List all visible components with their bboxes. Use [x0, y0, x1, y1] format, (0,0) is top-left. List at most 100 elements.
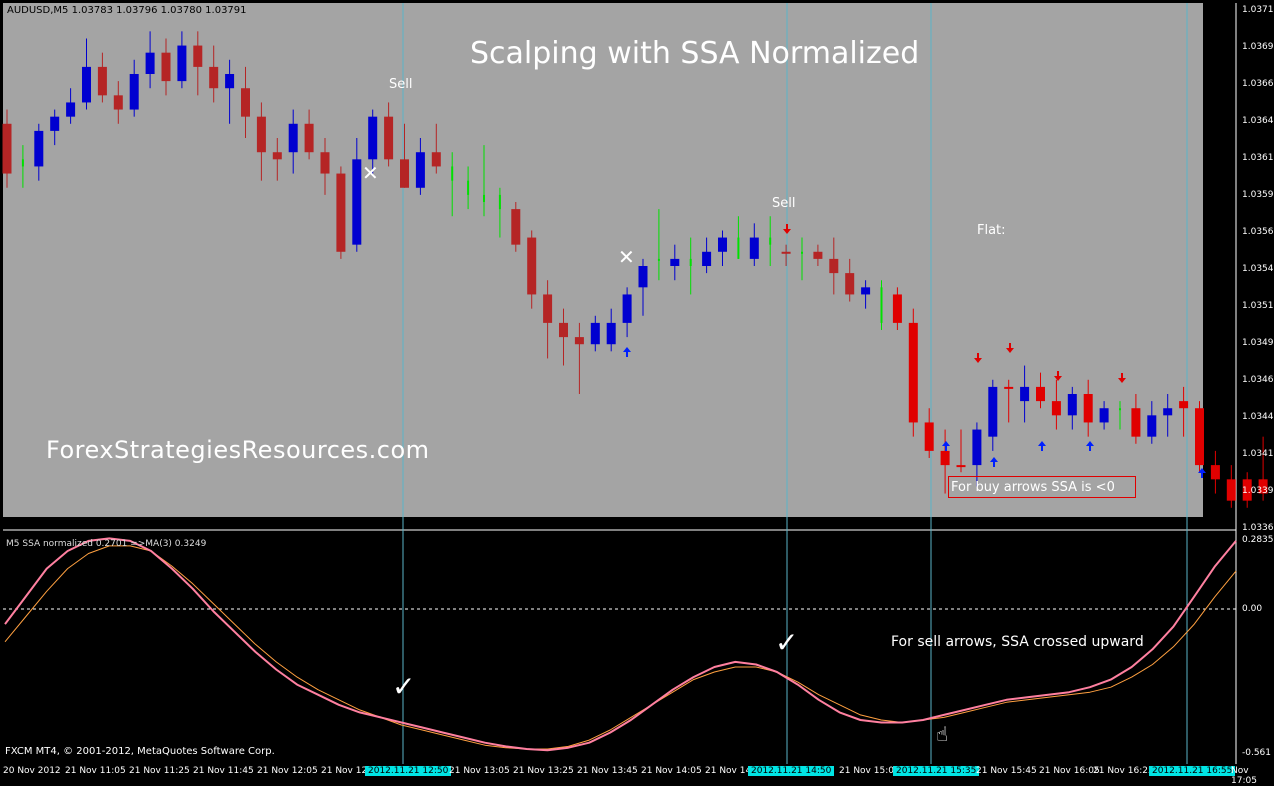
- candle-body: [289, 124, 298, 152]
- time-tick-text: 21 Nov 15:05: [839, 766, 900, 776]
- time-tick-text: 21 Nov 12:05: [257, 766, 318, 776]
- cross-mark-2: ✕: [618, 245, 635, 269]
- candle-body: [352, 159, 361, 244]
- buy-arrows-note: For buy arrows SSA is <0: [948, 476, 1136, 498]
- time-tick-label: 2012.11.21 14:50: [748, 766, 834, 776]
- candle-body: [384, 117, 393, 160]
- sell-label-2: Sell: [772, 196, 795, 211]
- time-tick-text: 21 Nov 11:05: [65, 766, 126, 776]
- candle-body: [623, 294, 632, 322]
- time-tick-label: 20 Nov 2012: [3, 766, 61, 776]
- candle-body: [483, 195, 485, 202]
- price-tick-label: 1.03465: [1242, 375, 1274, 385]
- candle-body: [499, 195, 501, 209]
- price-tick-label: 1.03365: [1242, 523, 1274, 533]
- candle-body: [893, 294, 902, 322]
- candle-body: [241, 88, 250, 116]
- candle-body: [3, 124, 12, 174]
- price-tick-label: 1.03390: [1242, 486, 1274, 496]
- time-tick-label: 21 Nov 16:05: [1039, 766, 1100, 776]
- flat-label: Flat:: [977, 223, 1006, 238]
- candle-body: [1004, 387, 1013, 389]
- candle-body: [1179, 401, 1188, 408]
- hand-pointer-icon: ☝: [936, 722, 948, 746]
- candle-body: [400, 159, 409, 187]
- time-tick-text: 21 Nov 12: [321, 766, 367, 776]
- time-tick-label: 2012.11.21 15:35: [893, 766, 979, 776]
- price-tick-label: 1.03415: [1242, 449, 1274, 459]
- price-tick-label: 1.03615: [1242, 153, 1274, 163]
- chart-canvas[interactable]: [0, 0, 1274, 778]
- candle-body: [801, 252, 803, 254]
- indicator-tick-label: 0.2835: [1242, 535, 1274, 545]
- price-tick-label: 1.03690: [1242, 42, 1274, 52]
- indicator-tick-label: -0.561: [1242, 748, 1271, 758]
- candle-body: [1163, 408, 1172, 415]
- candle-body: [1227, 479, 1236, 500]
- candle-body: [193, 46, 202, 67]
- candle-body: [225, 74, 234, 88]
- price-tick-label: 1.03440: [1242, 412, 1274, 422]
- check-mark-2: ✓: [775, 626, 798, 659]
- time-tick-text: 21 Nov 11:45: [193, 766, 254, 776]
- time-tick-label: 21 Nov 15:05: [839, 766, 900, 776]
- candle-body: [146, 53, 155, 74]
- watermark-text: ForexStrategiesResources.com: [46, 436, 430, 464]
- time-tick-text: 21 Nov 15:45: [976, 766, 1037, 776]
- time-tick-text: 21 Nov 14:05: [641, 766, 702, 776]
- candle-body: [1084, 394, 1093, 422]
- candle-body: [829, 259, 838, 273]
- candle-body: [702, 252, 711, 266]
- candle-body: [670, 259, 679, 266]
- time-tick-label: 21 Nov 16:25: [1093, 766, 1154, 776]
- time-tick-text: 21 Nov 11:25: [129, 766, 190, 776]
- candle-body: [861, 287, 870, 294]
- chart-title: Scalping with SSA Normalized: [470, 36, 919, 71]
- indicator-header: M5 SSA normalized 0.2701 =>MA(3) 0.3249: [6, 539, 206, 549]
- time-tick-label: 21 Nov 13:05: [449, 766, 510, 776]
- candle-body: [257, 117, 266, 153]
- candle-body: [909, 323, 918, 423]
- price-tick-label: 1.03640: [1242, 116, 1274, 126]
- candle-body: [66, 102, 75, 116]
- time-tick-text: 21 Nov 16:05: [1039, 766, 1100, 776]
- time-tick-text: 21 Nov 13:25: [513, 766, 574, 776]
- candle-body: [591, 323, 600, 344]
- time-tick-label: Nov 17:05: [1231, 766, 1274, 786]
- candle-body: [813, 252, 822, 259]
- candle: [909, 309, 918, 437]
- candle-body: [114, 95, 123, 109]
- candle-body: [336, 174, 345, 252]
- candle-body: [925, 422, 934, 450]
- price-tick-label: 1.03540: [1242, 264, 1274, 274]
- price-tick-label: 1.03490: [1242, 338, 1274, 348]
- time-tick-text: 2012.11.21 16:55: [1149, 766, 1235, 776]
- time-tick-text: 21 Nov 14: [705, 766, 751, 776]
- candle-body: [1052, 401, 1061, 415]
- candle-body: [130, 74, 139, 110]
- candle-body: [451, 166, 453, 180]
- candle: [881, 280, 883, 330]
- time-tick-label: 21 Nov 14:05: [641, 766, 702, 776]
- candle-body: [432, 152, 441, 166]
- time-tick-label: 21 Nov 13:25: [513, 766, 574, 776]
- symbol-header: AUDUSD,M5 1.03783 1.03796 1.03780 1.0379…: [7, 5, 247, 16]
- candle-body: [22, 159, 24, 166]
- candle-body: [718, 238, 727, 252]
- time-tick-label: 21 Nov 12:05: [257, 766, 318, 776]
- time-tick-label: 21 Nov 15:45: [976, 766, 1037, 776]
- candle-body: [368, 117, 377, 160]
- candle-body: [273, 152, 282, 159]
- candle-body: [845, 273, 854, 294]
- time-tick-label: 21 Nov 11:25: [129, 766, 190, 776]
- candle-body: [1119, 408, 1121, 410]
- candle-body: [690, 259, 692, 266]
- candle-body: [881, 287, 883, 323]
- price-tick-label: 1.03590: [1242, 190, 1274, 200]
- time-tick-label: 21 Nov 13:45: [577, 766, 638, 776]
- time-tick-text: 21 Nov 13:05: [449, 766, 510, 776]
- candle-body: [209, 67, 218, 88]
- candle-body: [50, 117, 59, 131]
- candle-body: [1195, 408, 1204, 465]
- candle-body: [162, 53, 171, 81]
